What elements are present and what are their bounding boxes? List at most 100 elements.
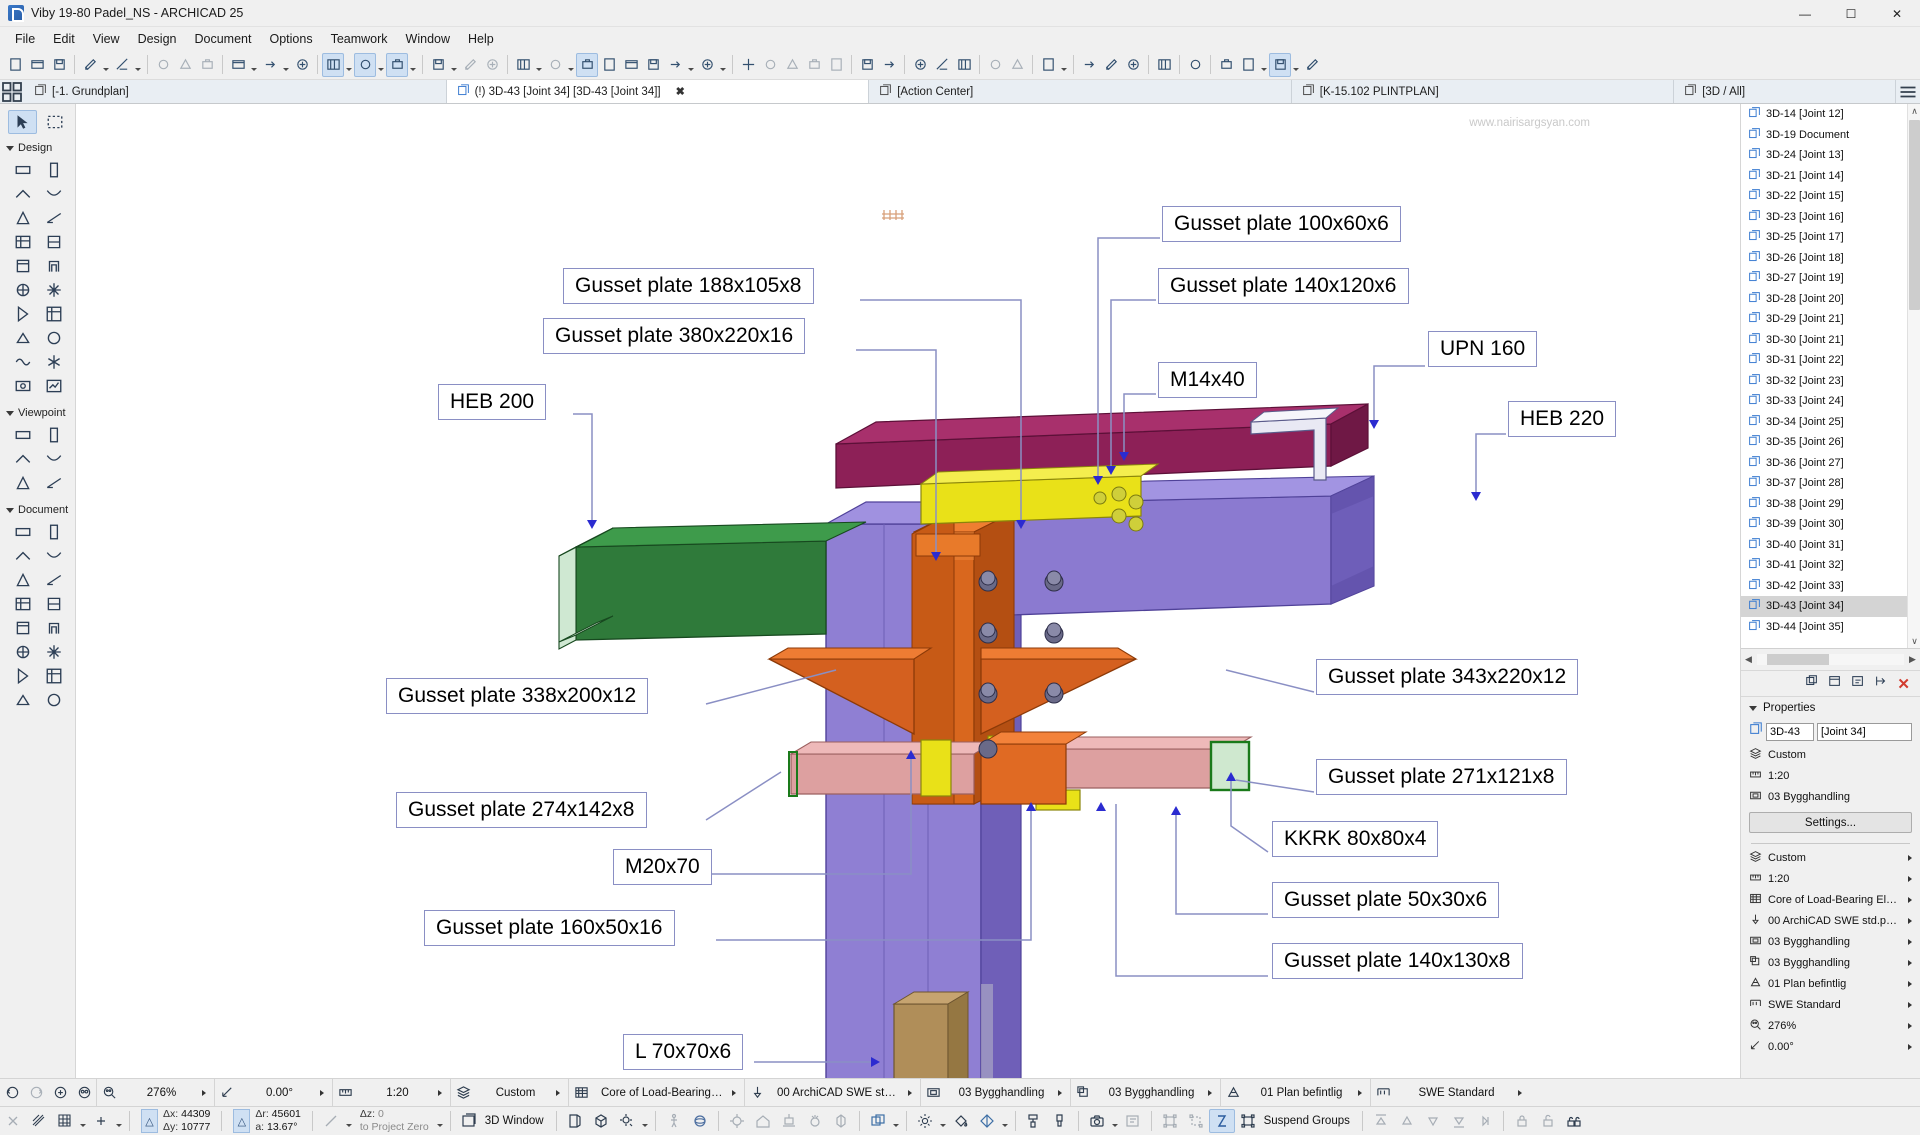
- property-row-layers[interactable]: Custom: [1741, 847, 1920, 868]
- hatch-tool[interactable]: [8, 617, 38, 639]
- display-order-icon[interactable]: [1472, 1109, 1498, 1133]
- curtain-system-tool[interactable]: [8, 375, 38, 397]
- marquee-tool[interactable]: [41, 110, 69, 134]
- publish-icon[interactable]: [1874, 674, 1888, 693]
- property-row-combination[interactable]: 03 Bygghandling: [1741, 952, 1920, 973]
- toolbar-q2-icon[interactable]: [1100, 53, 1122, 77]
- arc-tool[interactable]: [8, 641, 38, 663]
- property-row-scale[interactable]: 1:20: [1741, 765, 1920, 786]
- settings-button[interactable]: Settings...: [1749, 812, 1912, 833]
- chevron-right-icon[interactable]: [1908, 875, 1912, 882]
- chevron-right-icon[interactable]: [202, 1089, 206, 1096]
- walkthrough-icon[interactable]: [661, 1109, 687, 1133]
- group-icon[interactable]: [1157, 1109, 1183, 1133]
- navigator-item-22[interactable]: 3D-41 [Joint 32]: [1741, 555, 1920, 576]
- toolbar-redo-icon[interactable]: [111, 53, 133, 77]
- dy-value[interactable]: 10777: [181, 1121, 210, 1133]
- toolbar-tr-icon[interactable]: [459, 53, 481, 77]
- toolbar-xy-icon[interactable]: [386, 52, 408, 77]
- chevron-down-icon[interactable]: [78, 1109, 88, 1133]
- toolbar-r1-icon[interactable]: [1037, 53, 1059, 77]
- detail-tool[interactable]: [8, 472, 38, 494]
- door-tool[interactable]: [8, 279, 38, 301]
- navigator-item-12[interactable]: 3D-31 [Joint 22]: [1741, 350, 1920, 371]
- elevation-tool[interactable]: [40, 424, 70, 446]
- chevron-down-icon[interactable]: [344, 53, 354, 77]
- chevron-down-icon[interactable]: [114, 1109, 124, 1133]
- status-field-layers[interactable]: Custom: [450, 1078, 568, 1107]
- object-tool[interactable]: [8, 327, 38, 349]
- explore-model-icon[interactable]: [724, 1109, 750, 1133]
- window-tool[interactable]: [40, 279, 70, 301]
- properties-id-field[interactable]: 3D-43: [1766, 722, 1814, 741]
- status-field-dimension[interactable]: SWE Standard: [1370, 1078, 1530, 1107]
- status-field-renovation[interactable]: 03 Bygghandling: [920, 1078, 1070, 1107]
- toolbar-grid-icon[interactable]: [427, 53, 449, 77]
- spline-tool[interactable]: [40, 641, 70, 663]
- property-row-layers[interactable]: Custom: [1741, 744, 1920, 765]
- morph-tool[interactable]: [40, 231, 70, 253]
- status-field-fill[interactable]: Core of Load-Bearing E...: [568, 1078, 744, 1107]
- menu-item-options[interactable]: Options: [260, 29, 321, 49]
- menu-item-help[interactable]: Help: [459, 29, 503, 49]
- toolbar-obj-icon[interactable]: [642, 53, 664, 77]
- truss-tool[interactable]: [40, 375, 70, 397]
- chevron-right-icon[interactable]: [320, 1089, 324, 1096]
- navigator-item-0[interactable]: 3D-14 [Joint 12]: [1741, 104, 1920, 125]
- annotation-label[interactable]: Gusset plate 100x60x6: [1162, 206, 1401, 242]
- toolbar-v2-icon[interactable]: [931, 53, 953, 77]
- shell-tool[interactable]: [8, 231, 38, 253]
- toolbar-z1-icon[interactable]: [1153, 53, 1175, 77]
- annotation-label[interactable]: Gusset plate 343x220x12: [1316, 659, 1579, 695]
- annotation-label[interactable]: HEB 200: [438, 384, 547, 420]
- radial-dimension-tool[interactable]: [40, 521, 70, 543]
- chevron-down-icon[interactable]: [1059, 53, 1069, 77]
- delta-xy-coordinates[interactable]: △ Δx: 44309 Δy: 10777: [135, 1108, 216, 1134]
- toolbar-pl-icon[interactable]: [803, 53, 825, 77]
- menu-item-teamwork[interactable]: Teamwork: [322, 29, 397, 49]
- tab-2[interactable]: [Action Center]: [869, 80, 1292, 103]
- chevron-right-icon[interactable]: [1058, 1089, 1062, 1096]
- hscroll-track[interactable]: [1757, 654, 1904, 665]
- zoom-previous-icon[interactable]: [0, 1085, 24, 1100]
- suspend-groups-toggle[interactable]: [1208, 1109, 1235, 1133]
- chevron-down-icon[interactable]: [640, 1109, 650, 1133]
- chevron-down-icon[interactable]: [344, 1109, 354, 1133]
- chevron-down-icon[interactable]: [718, 53, 728, 77]
- chevron-down-icon[interactable]: [1291, 53, 1301, 77]
- slab-tool[interactable]: [8, 207, 38, 229]
- navigator-item-5[interactable]: 3D-23 [Joint 16]: [1741, 207, 1920, 228]
- toolbar-pen2-icon[interactable]: [259, 53, 281, 77]
- elevation-line-icon[interactable]: [318, 1109, 344, 1133]
- hscroll-right-arrow[interactable]: ▶: [1905, 654, 1920, 665]
- unlock-icon[interactable]: [1535, 1109, 1561, 1133]
- toolbar-ppl-icon[interactable]: [620, 53, 642, 77]
- snap-point-icon[interactable]: [0, 1109, 26, 1133]
- paint-bucket-icon[interactable]: [948, 1109, 974, 1133]
- angle-dimension-tool[interactable]: [40, 545, 70, 567]
- lamp-tool[interactable]: [40, 327, 70, 349]
- property-row-zoom[interactable]: 276%: [1741, 1015, 1920, 1036]
- drawing-tool[interactable]: [8, 689, 38, 711]
- wall-end-tool[interactable]: [40, 303, 70, 325]
- section-3d-icon[interactable]: [828, 1109, 854, 1133]
- chevron-right-icon[interactable]: [908, 1089, 912, 1096]
- toolbar-w1-icon[interactable]: [984, 53, 1006, 77]
- dx-value[interactable]: 44309: [181, 1108, 210, 1120]
- property-row-scale[interactable]: 1:20: [1741, 868, 1920, 889]
- toolbar-copy-icon[interactable]: [174, 53, 196, 77]
- tab-0[interactable]: [-1. Grundplan]: [24, 80, 447, 103]
- toolbar-b1-icon[interactable]: [1184, 53, 1206, 77]
- annotation-label[interactable]: Gusset plate 274x142x8: [396, 792, 647, 828]
- group-selection-icon[interactable]: [1235, 1109, 1261, 1133]
- hscroll-thumb[interactable]: [1767, 654, 1829, 665]
- chevron-down-icon[interactable]: [101, 53, 111, 77]
- chevron-right-icon[interactable]: [1908, 1001, 1912, 1008]
- annotation-label[interactable]: M20x70: [613, 849, 712, 885]
- tab-list-icon[interactable]: [0, 80, 24, 103]
- property-row-renovation[interactable]: 03 Bygghandling: [1741, 786, 1920, 807]
- navigator-item-17[interactable]: 3D-36 [Joint 27]: [1741, 453, 1920, 474]
- navigator-list[interactable]: 3D-14 [Joint 12] 3D-19 Document 3D-24 [Joi…: [1741, 104, 1920, 649]
- navigator-item-23[interactable]: 3D-42 [Joint 33]: [1741, 576, 1920, 597]
- chevron-right-icon[interactable]: [556, 1089, 560, 1096]
